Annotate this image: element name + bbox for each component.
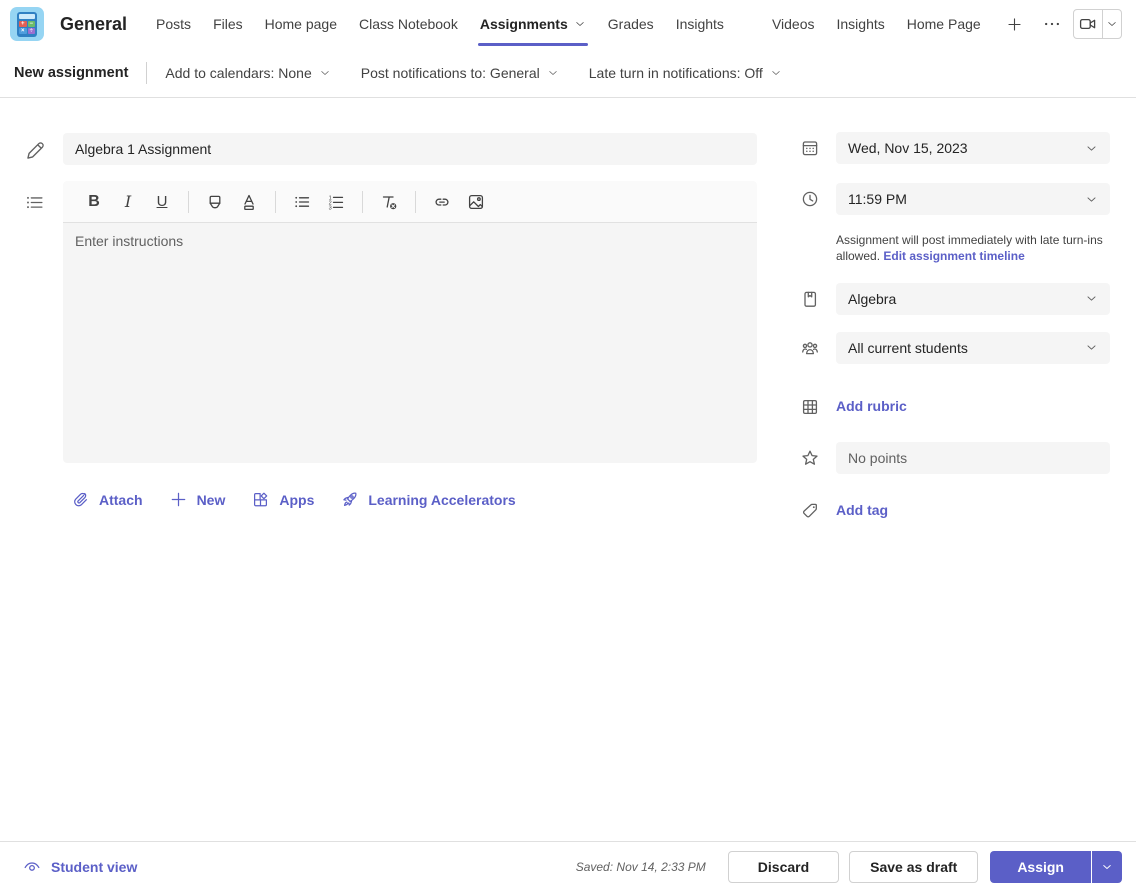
calendar-icon bbox=[790, 132, 836, 164]
eye-icon bbox=[22, 857, 42, 877]
assign-button[interactable]: Assign bbox=[990, 851, 1091, 883]
underline-button[interactable]: U bbox=[147, 187, 177, 217]
clear-formatting-button[interactable] bbox=[374, 187, 404, 217]
tab-grades[interactable]: Grades bbox=[597, 0, 665, 48]
chevron-down-icon bbox=[1085, 193, 1098, 206]
tab-home-page-2[interactable]: Home Page bbox=[896, 0, 992, 48]
meet-split-button bbox=[1073, 9, 1122, 39]
attach-button[interactable]: Attach bbox=[71, 490, 143, 509]
assign-split-button: Assign bbox=[990, 851, 1122, 883]
chevron-down-icon bbox=[574, 18, 586, 30]
page-title: New assignment bbox=[14, 65, 128, 81]
meet-now-button[interactable] bbox=[1074, 10, 1102, 38]
points-field[interactable]: No points bbox=[836, 442, 1110, 474]
svg-text:3: 3 bbox=[329, 205, 332, 211]
numbered-list-button[interactable]: 1 2 3 bbox=[321, 187, 351, 217]
post-notifications-dropdown[interactable]: Post notifications to: General bbox=[361, 65, 559, 81]
tab-insights-2[interactable]: Insights bbox=[826, 0, 896, 48]
bulleted-list-button[interactable] bbox=[287, 187, 317, 217]
tab-files[interactable]: Files bbox=[202, 0, 254, 48]
rocket-icon bbox=[340, 490, 359, 509]
discard-button[interactable]: Discard bbox=[728, 851, 839, 883]
add-tab-button[interactable] bbox=[998, 0, 1031, 48]
chevron-down-icon bbox=[1085, 292, 1098, 305]
chevron-down-icon bbox=[1085, 142, 1098, 155]
tab-videos[interactable]: Videos bbox=[761, 0, 826, 48]
meet-options-chevron[interactable] bbox=[1102, 10, 1121, 38]
late-turnin-notifications-dropdown[interactable]: Late turn in notifications: Off bbox=[589, 65, 782, 81]
edit-timeline-link[interactable]: Edit assignment timeline bbox=[883, 249, 1024, 263]
notebook-icon bbox=[790, 283, 836, 315]
plus-icon bbox=[169, 490, 188, 509]
tab-class-notebook[interactable]: Class Notebook bbox=[348, 0, 469, 48]
divider bbox=[146, 62, 147, 84]
insert-image-button[interactable] bbox=[461, 187, 491, 217]
instructions-textarea[interactable] bbox=[63, 223, 757, 463]
due-date-dropdown[interactable]: Wed, Nov 15, 2023 bbox=[836, 132, 1110, 164]
tab-home-page[interactable]: Home page bbox=[254, 0, 348, 48]
tab-posts[interactable]: Posts bbox=[145, 0, 202, 48]
clock-icon bbox=[790, 183, 836, 215]
tag-icon bbox=[790, 499, 836, 521]
channel-header: +−×÷ General Posts Files Home page Class… bbox=[0, 0, 1136, 48]
more-options-button[interactable] bbox=[1031, 15, 1073, 33]
rubric-grid-icon bbox=[790, 395, 836, 417]
assign-to-dropdown[interactable]: All current students bbox=[836, 332, 1110, 364]
insert-link-button[interactable] bbox=[427, 187, 457, 217]
save-as-draft-button[interactable]: Save as draft bbox=[849, 851, 978, 883]
people-icon bbox=[790, 332, 836, 364]
chevron-down-icon bbox=[770, 67, 782, 79]
footer-bar: Student view Saved: Nov 14, 2:33 PM Disc… bbox=[0, 841, 1136, 892]
star-icon bbox=[790, 442, 836, 474]
chevron-down-icon bbox=[319, 67, 331, 79]
calculator-icon: +−×÷ bbox=[17, 12, 37, 37]
learning-accelerators-button[interactable]: Learning Accelerators bbox=[340, 490, 515, 509]
student-view-button[interactable]: Student view bbox=[14, 857, 137, 877]
assignment-toolbar: New assignment Add to calendars: None Po… bbox=[0, 48, 1136, 98]
channel-name: General bbox=[60, 14, 127, 35]
class-team-logo: +−×÷ bbox=[10, 7, 44, 41]
assignment-title-field bbox=[63, 133, 757, 165]
chevron-down-icon bbox=[1085, 341, 1098, 354]
add-to-calendars-dropdown[interactable]: Add to calendars: None bbox=[165, 65, 330, 81]
assignment-details: Wed, Nov 15, 2023 11:59 PM Assignment wi… bbox=[790, 98, 1110, 521]
bold-button[interactable]: B bbox=[79, 187, 109, 217]
teams-assignment-page: +−×÷ General Posts Files Home page Class… bbox=[0, 0, 1136, 892]
formatting-toolbar: B I U bbox=[63, 181, 757, 223]
tab-assignments[interactable]: Assignments bbox=[469, 0, 597, 48]
new-button[interactable]: New bbox=[169, 490, 226, 509]
timeline-note: Assignment will post immediately with la… bbox=[836, 233, 1110, 265]
paperclip-icon bbox=[71, 490, 90, 509]
instructions-body bbox=[63, 223, 757, 463]
tab-insights[interactable]: Insights bbox=[665, 0, 735, 48]
font-color-button[interactable] bbox=[234, 187, 264, 217]
assign-options-chevron[interactable] bbox=[1092, 851, 1122, 883]
add-rubric-link[interactable]: Add rubric bbox=[836, 395, 907, 417]
italic-button[interactable]: I bbox=[113, 187, 143, 217]
attachment-actions: Attach New Apps bbox=[0, 490, 790, 509]
video-camera-icon bbox=[1078, 14, 1098, 34]
apps-button[interactable]: Apps bbox=[251, 490, 314, 509]
pencil-icon bbox=[25, 140, 46, 165]
add-tag-link[interactable]: Add tag bbox=[836, 499, 888, 521]
assignment-title-input[interactable] bbox=[63, 133, 757, 165]
due-time-dropdown[interactable]: 11:59 PM bbox=[836, 183, 1110, 215]
saved-status: Saved: Nov 14, 2:33 PM bbox=[576, 860, 706, 874]
instructions-list-icon bbox=[24, 192, 45, 463]
class-dropdown[interactable]: Algebra bbox=[836, 283, 1110, 315]
apps-icon bbox=[251, 490, 270, 509]
instructions-editor: B I U bbox=[63, 181, 757, 463]
highlight-button[interactable] bbox=[200, 187, 230, 217]
assignment-form: B I U bbox=[0, 98, 790, 509]
chevron-down-icon bbox=[547, 67, 559, 79]
